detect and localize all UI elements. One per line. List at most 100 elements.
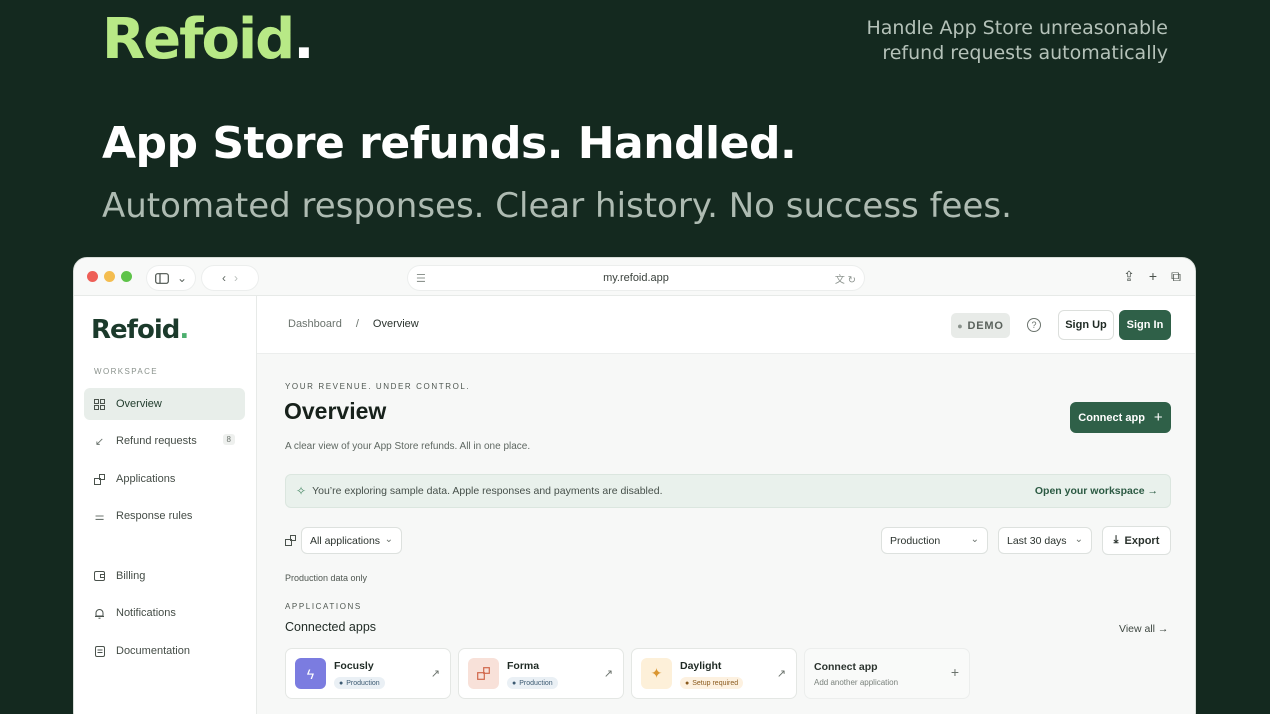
sidebar-item-label: Billing	[116, 570, 146, 582]
sidebar-item-label: Response rules	[116, 510, 193, 522]
sidebar-item-response-rules[interactable]: ⚌ Response rules	[84, 500, 245, 532]
chevron-down-icon: ⌄	[1074, 534, 1083, 545]
sidebar-item-overview[interactable]: Overview	[84, 388, 245, 420]
share-icon[interactable]: ⇪	[1123, 268, 1135, 285]
connect-app-label: Connect app	[1078, 411, 1145, 424]
sample-data-banner: ✧ You’re exploring sample data. Apple re…	[285, 474, 1171, 508]
app-name: Focusly	[334, 660, 374, 672]
sidebar-item-billing[interactable]: Billing	[84, 560, 245, 592]
page-menu-icon[interactable]: ☰	[416, 272, 426, 285]
sparkle-icon: ✦	[641, 658, 672, 689]
help-icon[interactable]: ?	[1027, 318, 1041, 332]
connect-card-title: Connect app	[814, 661, 878, 673]
sidebar-item-applications[interactable]: Applications	[84, 463, 245, 495]
chevron-down-icon: ⌄	[384, 534, 393, 545]
chevron-down-icon: ⌄	[970, 534, 979, 545]
app-name: Forma	[507, 660, 540, 672]
tabs-overview-icon[interactable]: ⧉	[1171, 268, 1181, 285]
environment-select-value: Production	[890, 534, 941, 547]
page-title: Overview	[284, 398, 387, 424]
grid-icon	[94, 398, 105, 410]
arrow-down-left-icon: ↙	[94, 435, 105, 448]
top-bar: Dashboard / Overview ● DEMO ? Sign Up Si…	[257, 296, 1195, 354]
page-description: A clear view of your App Store refunds. …	[285, 441, 531, 452]
status-badge: ● Setup required	[680, 677, 744, 689]
apps-icon	[94, 473, 105, 485]
sidebar-item-refund-requests[interactable]: ↙ Refund requests 8	[84, 425, 245, 457]
sliders-icon: ⚌	[94, 510, 105, 523]
date-range-select[interactable]: Last 30 days ⌄	[998, 527, 1092, 554]
chevron-down-icon: ⌄	[176, 271, 188, 285]
date-range-select-value: Last 30 days	[1007, 534, 1067, 547]
arrow-up-right-icon: ↗	[776, 668, 786, 680]
connect-app-button[interactable]: Connect app +	[1070, 402, 1171, 433]
connect-card-subtitle: Add another application	[814, 678, 899, 687]
bolt-icon: ϟ	[295, 658, 326, 689]
breadcrumb-current: Overview	[372, 318, 419, 330]
sidebar-icon	[155, 272, 169, 284]
applications-select[interactable]: All applications ⌄	[301, 527, 402, 554]
app-card-focusly[interactable]: ϟ Focusly ● Production ↗	[285, 648, 451, 699]
status-badge: ● Production	[507, 677, 558, 689]
sparkle-icon: ✧	[296, 484, 307, 498]
refund-count-badge: 8	[222, 434, 235, 445]
production-note: Production data only	[285, 573, 368, 583]
overview-eyebrow: YOUR REVENUE. UNDER CONTROL.	[285, 382, 471, 391]
breadcrumb-separator: /	[355, 318, 359, 330]
zoom-window-button[interactable]	[121, 271, 132, 282]
hero-logo: Refoid.	[102, 7, 315, 72]
app-card-forma[interactable]: Forma ● Production ↗	[458, 648, 624, 699]
connected-apps-title: Connected apps	[285, 620, 377, 634]
url-text: my.refoid.app	[603, 272, 669, 284]
bell-icon	[94, 608, 105, 619]
export-label: Export	[1124, 534, 1160, 547]
history-nav: ‹ ›	[202, 266, 258, 290]
app-card-daylight[interactable]: ✦ Daylight ● Setup required ↗	[631, 648, 797, 699]
environment-select[interactable]: Production ⌄	[881, 527, 988, 554]
minimize-window-button[interactable]	[104, 271, 115, 282]
export-button[interactable]: ⤓ Export	[1102, 526, 1171, 555]
sidebar-item-label: Documentation	[116, 645, 190, 657]
sidebar-item-label: Applications	[116, 473, 176, 485]
tagline-line-1: Handle App Store unreasonable	[866, 17, 1168, 39]
connect-app-card[interactable]: Connect app Add another application +	[804, 648, 970, 699]
forward-arrow-icon[interactable]: ›	[234, 271, 238, 285]
plus-icon: +	[950, 664, 959, 680]
plus-icon: +	[1153, 409, 1163, 426]
arrow-right-icon: →	[1147, 485, 1159, 497]
open-workspace-link[interactable]: Open your workspace →	[1035, 485, 1158, 497]
banner-text: You’re exploring sample data. Apple resp…	[312, 485, 663, 497]
apps-filter-icon	[285, 535, 296, 549]
sidebar-logo[interactable]: Refoid.	[91, 315, 189, 345]
address-bar[interactable]: ☰ my.refoid.app 文 ↻	[408, 266, 864, 290]
shapes-icon	[468, 658, 499, 689]
status-badge: ● Production	[334, 677, 385, 689]
arrow-right-icon: →	[1157, 623, 1169, 635]
sidebar-item-label: Overview	[116, 398, 162, 410]
sign-in-button[interactable]: Sign In	[1119, 310, 1171, 340]
breadcrumb: Dashboard / Overview	[288, 318, 419, 330]
hero-tagline: Handle App Store unreasonable refund req…	[808, 16, 1168, 66]
view-all-link[interactable]: View all →	[1119, 623, 1168, 635]
status-dot-icon: ●	[957, 320, 964, 331]
sign-up-button[interactable]: Sign Up	[1058, 310, 1114, 340]
applications-eyebrow: APPLICATIONS	[285, 602, 362, 611]
reload-icon[interactable]: 文 ↻	[835, 271, 856, 286]
new-tab-icon[interactable]: +	[1149, 268, 1157, 285]
back-arrow-icon[interactable]: ‹	[222, 271, 226, 285]
tagline-line-2: refund requests automatically	[882, 42, 1168, 64]
arrow-up-right-icon: ↗	[603, 668, 613, 680]
app-name: Daylight	[680, 660, 722, 672]
sidebar-toggle-button[interactable]: ⌄	[147, 266, 195, 290]
sidebar-item-documentation[interactable]: Documentation	[84, 635, 245, 667]
download-icon: ⤓	[1113, 534, 1119, 546]
arrow-up-right-icon: ↗	[430, 668, 440, 680]
window-controls	[87, 271, 132, 282]
breadcrumb-dashboard[interactable]: Dashboard	[288, 318, 342, 330]
sidebar-item-notifications[interactable]: Notifications	[84, 597, 245, 629]
demo-badge: ● DEMO	[951, 313, 1010, 338]
browser-window: ⌄ ‹ › ☰ my.refoid.app 文 ↻ ⇪ + ⧉ Refoid. …	[73, 257, 1196, 714]
app-shell: Refoid. WORKSPACE Overview ↙ Refund requ…	[74, 296, 1195, 714]
close-window-button[interactable]	[87, 271, 98, 282]
browser-chrome: ⌄ ‹ › ☰ my.refoid.app 文 ↻ ⇪ + ⧉	[74, 258, 1195, 296]
